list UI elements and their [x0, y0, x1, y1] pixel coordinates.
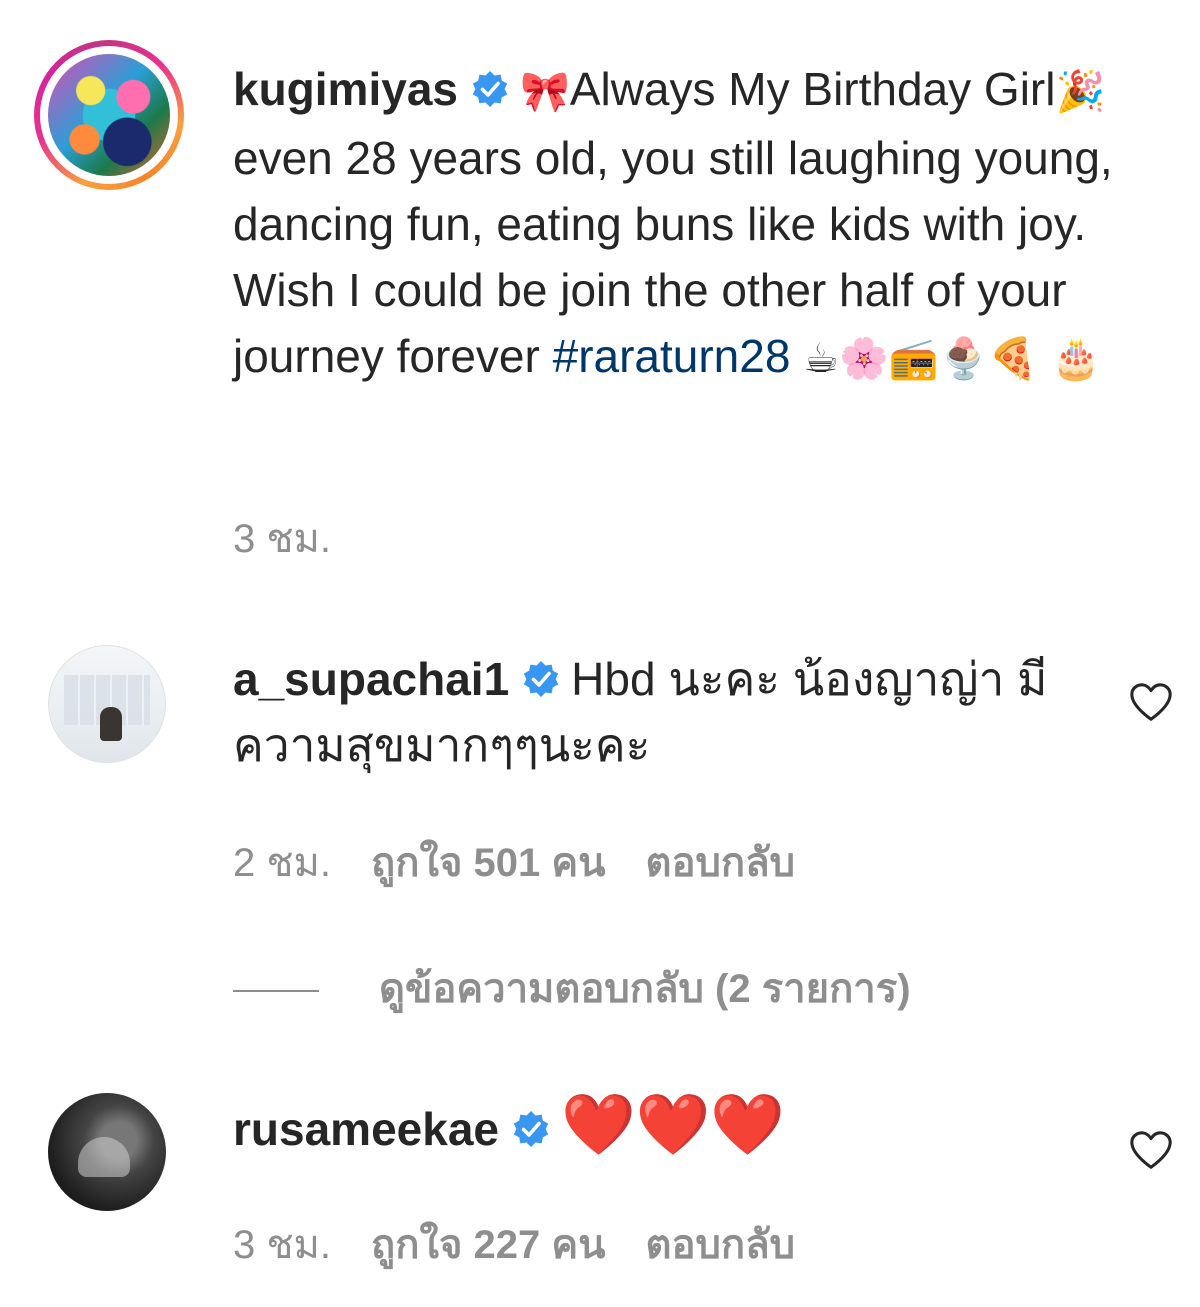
heart-outline-icon[interactable]	[1128, 1128, 1174, 1174]
heart-outline-icon[interactable]	[1128, 680, 1174, 726]
verified-badge-icon	[513, 1110, 549, 1147]
username-kugimiyas[interactable]: kugimiyas	[233, 63, 458, 115]
likes-count[interactable]: ถูกใจ 501 คน	[371, 830, 605, 894]
verified-badge-icon	[523, 660, 559, 697]
view-replies-button[interactable]: ดูข้อความตอบกลับ (2 รายการ)	[233, 956, 911, 1020]
avatar-rusameekae[interactable]	[48, 1093, 166, 1211]
divider-line	[233, 990, 319, 993]
comment-a_supachai1: a_supachai1 Hbd นะคะ น้องญาญ่า มีความสุข…	[233, 646, 1113, 778]
caption-meta: 3 ชม.	[233, 506, 331, 570]
view-replies-label: ดูข้อความตอบกลับ (2 รายการ)	[379, 967, 911, 1011]
ribbon-emoji: 🎀	[520, 69, 570, 115]
avatar-a_supachai1[interactable]	[48, 645, 166, 763]
verified-badge-icon	[472, 70, 508, 107]
comment-time[interactable]: 3 ชม.	[233, 1212, 331, 1276]
hashtag-link[interactable]: #raraturn28	[553, 330, 791, 382]
trailing-emojis: ☕🌸📻🍨🍕 🎂	[790, 336, 1101, 382]
likes-count[interactable]: ถูกใจ 227 คน	[371, 1212, 605, 1276]
caption-text-part1: Always My Birthday Girl	[569, 63, 1056, 115]
comment-time[interactable]: 2 ชม.	[233, 830, 331, 894]
party-popper-emoji: 🎉	[1055, 69, 1106, 115]
username-a_supachai1[interactable]: a_supachai1	[233, 653, 509, 705]
caption-comment: kugimiyas 🎀Always My Birthday Girl🎉 even…	[233, 56, 1168, 392]
hearts-emoji: ❤️❤️❤️	[560, 1090, 786, 1160]
reply-button[interactable]: ตอบกลับ	[645, 1212, 795, 1276]
comment-meta-rusameekae: 3 ชม. ถูกใจ 227 คน ตอบกลับ	[233, 1212, 795, 1276]
caption-time[interactable]: 3 ชม.	[233, 506, 331, 570]
comment-rusameekae: rusameekae ❤️❤️❤️	[233, 1092, 1113, 1162]
reply-button[interactable]: ตอบกลับ	[645, 830, 795, 894]
username-rusameekae[interactable]: rusameekae	[233, 1103, 499, 1155]
comment-meta-a_supachai1: 2 ชม. ถูกใจ 501 คน ตอบกลับ	[233, 830, 795, 894]
avatar-kugimiyas[interactable]	[34, 40, 184, 190]
